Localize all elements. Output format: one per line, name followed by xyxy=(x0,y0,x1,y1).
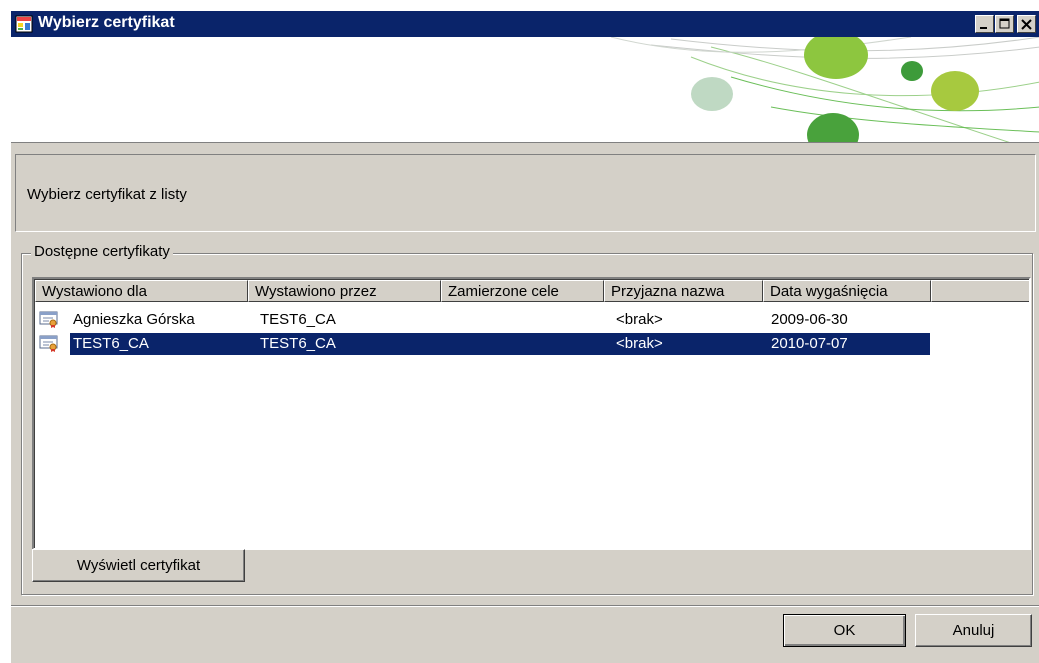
cell-friendly-name: <brak> xyxy=(616,335,663,352)
cell-issued-by: TEST6_CA xyxy=(260,311,336,328)
cell-friendly-name: <brak> xyxy=(616,311,663,328)
cell-issued-to: Agnieszka Górska xyxy=(73,311,195,328)
close-icon xyxy=(1021,19,1032,30)
window-title: Wybierz certyfikat xyxy=(38,14,175,31)
certificate-icon xyxy=(39,335,59,353)
cell-expiration-date: 2010-07-07 xyxy=(771,335,848,352)
column-header-friendly-name[interactable]: Przyjazna nazwa xyxy=(604,280,763,302)
description-panel: Wybierz certyfikat z listy xyxy=(15,154,1036,232)
certificate-list[interactable]: Wystawiono dla Wystawiono przez Zamierzo… xyxy=(32,277,1031,550)
column-header-expiration-date[interactable]: Data wygaśnięcia xyxy=(763,280,931,302)
title-bar[interactable]: Wybierz certyfikat xyxy=(11,11,1039,37)
dialog-window: Wybierz certyfikat Wybierz certyfikat z … xyxy=(10,10,1039,663)
close-button[interactable] xyxy=(1017,15,1036,33)
minimize-button[interactable] xyxy=(975,15,994,33)
cell-expiration-date: 2009-06-30 xyxy=(771,311,848,328)
decorative-swirl-graphic xyxy=(610,37,1039,142)
description-text: Wybierz certyfikat z listy xyxy=(27,186,187,203)
column-header-filler xyxy=(931,280,1029,302)
cell-issued-to: TEST6_CA xyxy=(73,335,149,352)
minimize-icon xyxy=(980,27,987,29)
certificate-app-icon xyxy=(15,15,33,33)
view-certificate-button[interactable]: Wyświetl certyfikat xyxy=(32,549,245,582)
certificate-icon xyxy=(39,311,59,329)
list-header: Wystawiono dla Wystawiono przez Zamierzo… xyxy=(35,280,1029,302)
maximize-button[interactable] xyxy=(995,15,1014,33)
maximize-icon xyxy=(999,18,1010,29)
table-row[interactable]: Agnieszka Górska TEST6_CA <brak> 2009-06… xyxy=(35,309,1029,331)
group-label: Dostępne certyfikaty xyxy=(31,243,173,260)
header-banner xyxy=(11,37,1039,143)
button-area-separator xyxy=(11,605,1039,607)
ok-button[interactable]: OK xyxy=(783,614,906,647)
column-header-issued-to[interactable]: Wystawiono dla xyxy=(35,280,248,302)
column-header-intended-purposes[interactable]: Zamierzone cele xyxy=(441,280,604,302)
cancel-button[interactable]: Anuluj xyxy=(915,614,1032,647)
table-row-selected[interactable]: TEST6_CA TEST6_CA <brak> 2010-07-07 xyxy=(35,333,1029,355)
column-header-issued-by[interactable]: Wystawiono przez xyxy=(248,280,441,302)
cell-issued-by: TEST6_CA xyxy=(260,335,336,352)
